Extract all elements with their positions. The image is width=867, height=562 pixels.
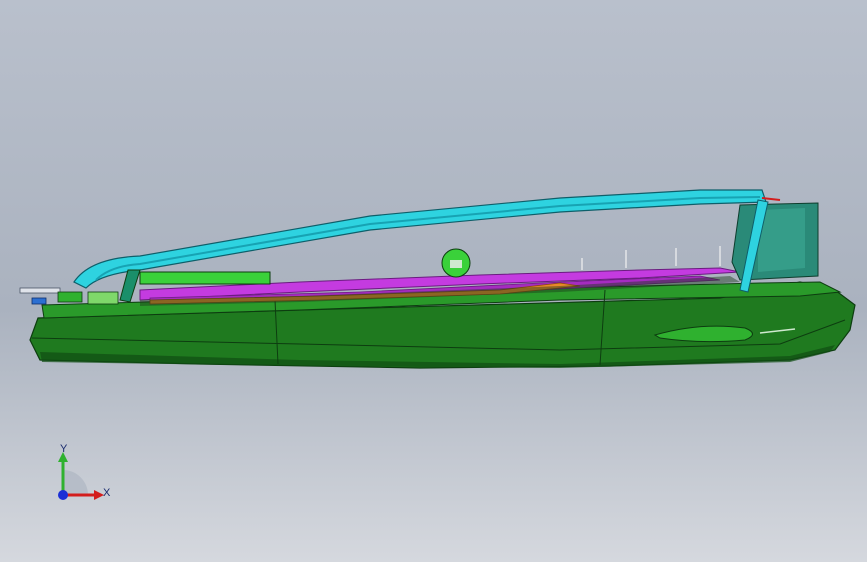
z-axis-dot xyxy=(58,490,68,500)
bow-light[interactable] xyxy=(31,297,47,305)
cad-viewport[interactable] xyxy=(0,0,867,562)
bow-fittings[interactable] xyxy=(19,287,119,305)
bow-console[interactable] xyxy=(87,291,119,305)
y-axis-label: Y xyxy=(60,443,68,455)
x-axis-label: X xyxy=(103,487,111,499)
canopy-front-strut xyxy=(119,269,141,303)
canopy-inner-strip xyxy=(95,196,761,281)
bow-rail[interactable] xyxy=(19,287,61,294)
bow-bracket xyxy=(57,291,83,303)
front-panel-green[interactable] xyxy=(139,271,271,285)
cabin-hatch-detail xyxy=(450,260,462,268)
coordinate-triad[interactable] xyxy=(48,440,118,510)
cabin-glass-highlight xyxy=(758,208,805,272)
triad-arc xyxy=(63,470,88,495)
